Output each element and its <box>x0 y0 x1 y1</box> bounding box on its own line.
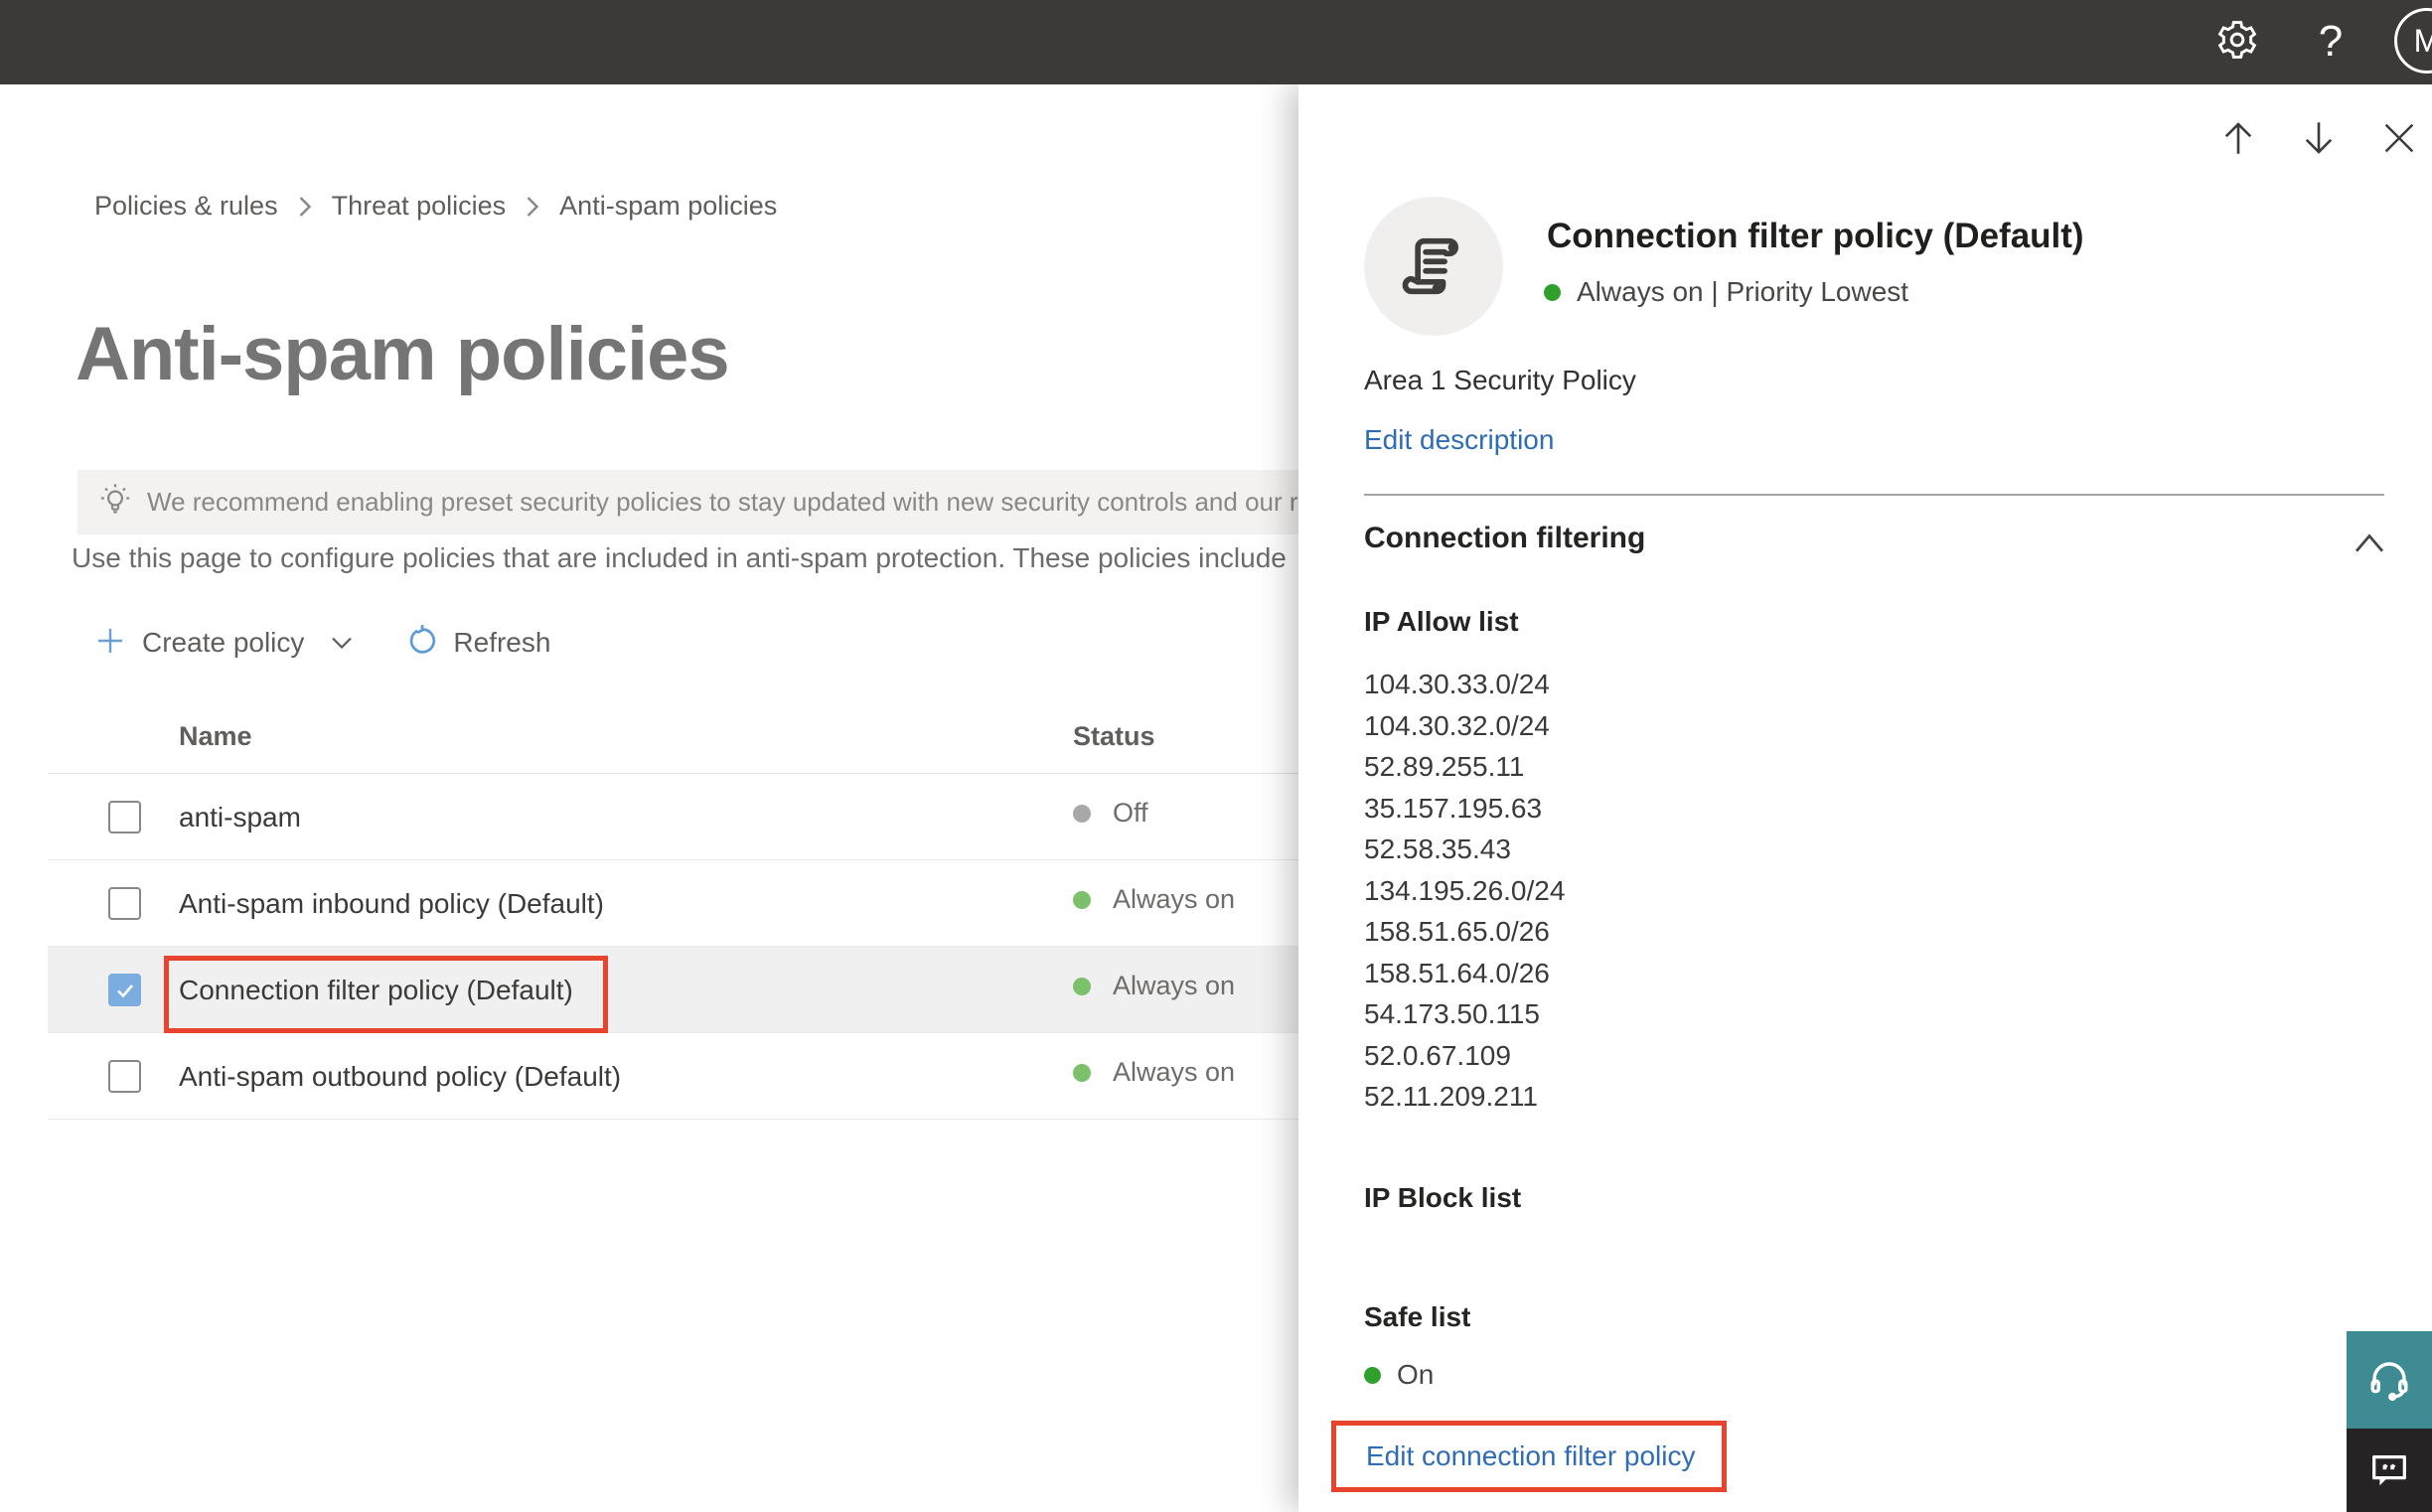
status-dot <box>1073 890 1091 909</box>
ip-allow-entry: 52.89.255.11 <box>1364 751 1525 782</box>
status-label: Always on <box>1113 884 1236 914</box>
account-avatar[interactable]: M <box>2394 8 2432 74</box>
question-mark-icon: ? <box>2318 17 2344 66</box>
breadcrumb-threat-policies[interactable]: Threat policies <box>332 191 507 222</box>
flyout-title: Connection filter policy (Default) <box>1547 217 2084 255</box>
chevron-down-icon <box>330 634 354 652</box>
table-row[interactable]: Anti-spam outbound policy (Default) Alwa… <box>48 1033 1298 1120</box>
policy-name[interactable]: Connection filter policy (Default) <box>179 975 573 1006</box>
help-button[interactable]: ? <box>2305 14 2356 70</box>
refresh-button[interactable]: Refresh <box>405 624 550 663</box>
divider <box>1364 494 2384 496</box>
ip-allow-entry: 52.11.209.211 <box>1364 1081 1538 1112</box>
page-title: Anti-spam policies <box>76 312 730 396</box>
screen: ? M Policies & rules Threat policies Ant… <box>0 0 2432 1512</box>
banner-text: We recommend enabling preset security po… <box>147 487 1398 517</box>
row-checkbox[interactable] <box>108 1060 141 1093</box>
status-dot <box>1544 283 1561 301</box>
support-button[interactable] <box>2347 1331 2432 1429</box>
section-title-connection-filtering: Connection filtering <box>1364 522 1646 554</box>
refresh-icon <box>405 624 439 663</box>
policy-name[interactable]: anti-spam <box>179 802 301 833</box>
column-header-name[interactable]: Name <box>179 721 252 752</box>
ip-allow-entry: 158.51.65.0/26 <box>1364 916 1550 947</box>
checkmark-icon <box>116 983 133 997</box>
toolbar: Create policy Refresh <box>94 618 550 668</box>
ip-allow-entry: 104.30.32.0/24 <box>1364 709 1550 741</box>
breadcrumb-anti-spam-policies: Anti-spam policies <box>559 191 778 221</box>
breadcrumb-policies-rules[interactable]: Policies & rules <box>94 191 278 222</box>
page-description: Use this page to configure policies that… <box>72 542 1287 573</box>
table-row-selected[interactable]: Connection filter policy (Default) Alway… <box>48 947 1298 1033</box>
next-item-button[interactable] <box>2293 112 2345 164</box>
policy-status: Off <box>1073 798 1148 829</box>
policy-name[interactable]: Anti-spam outbound policy (Default) <box>179 1061 621 1093</box>
arrow-up-icon <box>2224 122 2252 154</box>
row-checkbox[interactable] <box>108 887 141 920</box>
status-label: Always on <box>1113 1057 1236 1087</box>
settings-button[interactable] <box>2211 16 2263 68</box>
safe-list-status: On <box>1364 1359 1434 1391</box>
table-header: Name Status <box>48 695 1298 774</box>
chevron-right-icon <box>524 195 541 219</box>
ip-block-list-title: IP Block list <box>1364 1182 1522 1213</box>
status-dot <box>1364 1366 1381 1384</box>
policies-table: Name Status anti-spam Off Anti-spam inbo… <box>48 695 1298 1120</box>
status-dot <box>1073 804 1091 823</box>
previous-item-button[interactable] <box>2212 112 2264 164</box>
ip-allow-entry: 134.195.26.0/24 <box>1364 874 1566 906</box>
policy-badge <box>1364 197 1503 336</box>
create-policy-label: Create policy <box>142 627 305 658</box>
lightbulb-icon <box>97 480 133 525</box>
ip-allow-entry: 52.58.35.43 <box>1364 833 1511 864</box>
policy-details-flyout: Connection filter policy (Default) Alway… <box>1298 84 2432 1512</box>
chevron-up-icon <box>2355 533 2384 552</box>
safe-list-title: Safe list <box>1364 1301 1471 1332</box>
ip-allow-entry: 104.30.33.0/24 <box>1364 669 1550 699</box>
status-dot <box>1073 977 1091 995</box>
chevron-right-icon <box>296 195 314 219</box>
status-label: Off <box>1113 798 1148 828</box>
column-header-status[interactable]: Status <box>1073 721 1155 752</box>
scroll-policy-icon <box>1402 237 1459 295</box>
headset-icon <box>2370 1362 2408 1402</box>
feedback-chat-button[interactable] <box>2347 1429 2432 1512</box>
collapse-section-button[interactable] <box>2350 528 2389 557</box>
create-policy-button[interactable]: Create policy <box>94 625 354 662</box>
close-flyout-button[interactable] <box>2373 112 2425 164</box>
flyout-status: Always on | Priority Lowest <box>1544 276 1908 308</box>
ip-allow-entry: 54.173.50.115 <box>1364 998 1540 1029</box>
ip-allow-entry: 52.0.67.109 <box>1364 1039 1511 1071</box>
row-checkbox[interactable] <box>108 801 141 833</box>
ip-allow-list: 104.30.33.0/24 104.30.32.0/24 52.89.255.11… <box>1364 664 1565 1118</box>
status-label: Always on <box>1113 971 1236 1000</box>
row-checkbox-checked[interactable] <box>108 974 141 1006</box>
avatar-initial: M <box>2413 22 2432 59</box>
edit-connection-filter-policy-link[interactable]: Edit connection filter policy <box>1366 1440 1696 1472</box>
close-icon <box>2384 123 2414 153</box>
top-bar: ? M <box>0 0 2432 84</box>
policy-status: Always on <box>1073 884 1235 915</box>
ip-allow-entry: 158.51.64.0/26 <box>1364 957 1550 988</box>
policy-name[interactable]: Anti-spam inbound policy (Default) <box>179 888 604 920</box>
policy-status: Always on <box>1073 971 1235 1001</box>
edit-description-link[interactable]: Edit description <box>1364 424 1554 456</box>
breadcrumb: Policies & rules Threat policies Anti-sp… <box>94 191 777 222</box>
chat-bubble-icon <box>2372 1454 2406 1486</box>
ip-allow-entry: 35.157.195.63 <box>1364 792 1543 824</box>
flyout-status-label: Always on | Priority Lowest <box>1577 276 1909 307</box>
ip-allow-list-title: IP Allow list <box>1364 606 1519 637</box>
policy-description: Area 1 Security Policy <box>1364 365 1636 395</box>
gear-icon <box>2215 18 2259 67</box>
refresh-label: Refresh <box>453 627 551 658</box>
policy-status: Always on <box>1073 1057 1235 1088</box>
plus-icon <box>94 625 126 662</box>
table-row[interactable]: Anti-spam inbound policy (Default) Alway… <box>48 860 1298 947</box>
safe-list-value: On <box>1397 1359 1435 1390</box>
table-row[interactable]: anti-spam Off <box>48 774 1298 860</box>
status-dot <box>1073 1063 1091 1082</box>
arrow-down-icon <box>2305 122 2333 154</box>
annotation-box: Edit connection filter policy <box>1331 1421 1727 1492</box>
